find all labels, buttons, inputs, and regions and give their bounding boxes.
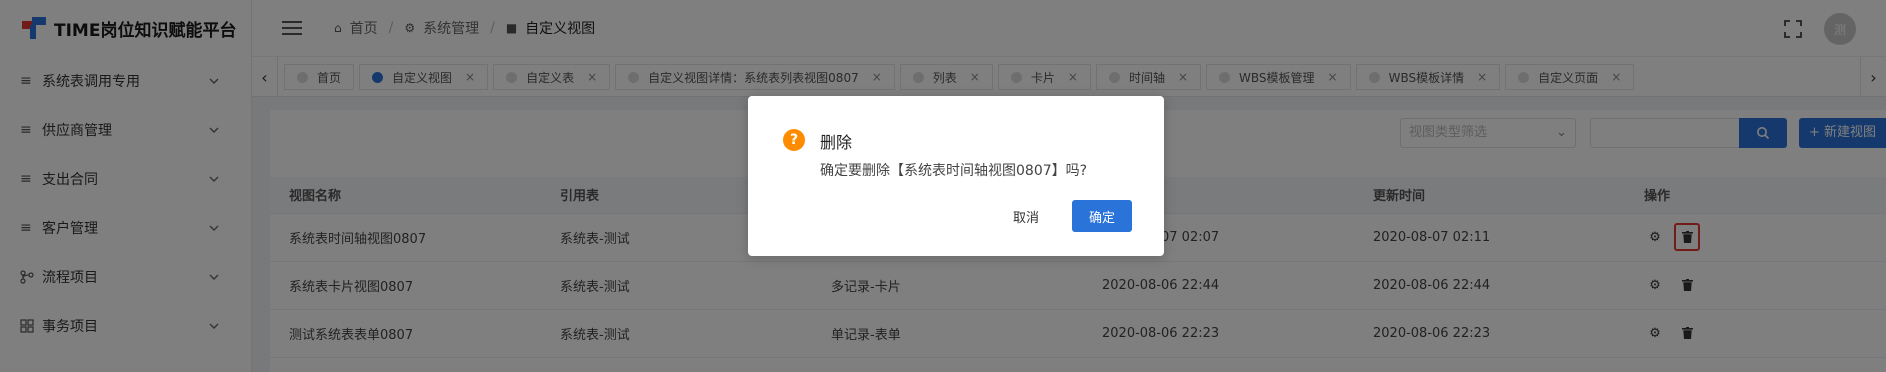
delete-confirm-dialog: ? 删除 确定要删除【系统表时间轴视图0807】吗? 取消 确定 bbox=[748, 96, 1164, 256]
confirm-button[interactable]: 确定 bbox=[1072, 200, 1132, 232]
cancel-button[interactable]: 取消 bbox=[998, 200, 1054, 232]
warning-icon: ? bbox=[783, 129, 805, 151]
dialog-message: 确定要删除【系统表时间轴视图0807】吗? bbox=[820, 163, 1088, 179]
dialog-title: 删除 bbox=[820, 133, 853, 152]
